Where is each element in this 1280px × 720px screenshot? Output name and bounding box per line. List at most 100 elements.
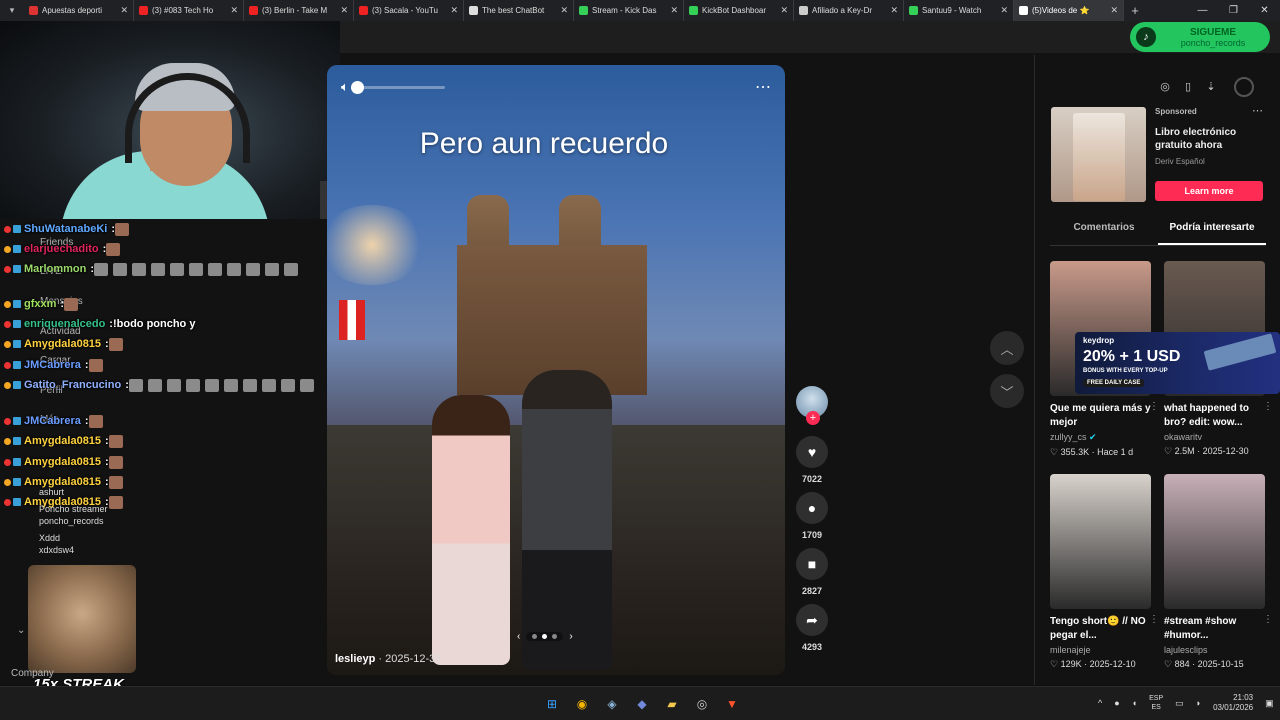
tab-close-icon[interactable]: ✕: [120, 5, 128, 16]
ad-thumbnail[interactable]: [1051, 107, 1146, 202]
chat-username[interactable]: Gatito_Francucino: [24, 379, 121, 391]
recent-user[interactable]: ashurt: [39, 486, 64, 498]
carousel-next-icon[interactable]: ›: [569, 631, 572, 642]
recent-user[interactable]: Poncho streamer poncho_records: [39, 503, 108, 527]
brave-icon[interactable]: ▼: [720, 692, 744, 716]
tab-close-icon[interactable]: ✕: [670, 5, 678, 16]
browser-tab[interactable]: The best ChatBot ✕: [464, 0, 574, 21]
file-explorer-icon[interactable]: ▰: [660, 692, 684, 716]
video-title[interactable]: what happened to bro? edit: wow...: [1164, 402, 1265, 430]
chrome-icon[interactable]: ◉: [570, 692, 594, 716]
chat-username[interactable]: JMCabrera: [24, 415, 81, 427]
tab-close-icon[interactable]: ✕: [1110, 5, 1118, 16]
carousel-dot[interactable]: [542, 634, 548, 639]
tab-close-icon[interactable]: ✕: [890, 5, 898, 16]
browser-tab[interactable]: Apuestas deporti ✕: [24, 0, 134, 21]
discord-icon[interactable]: ◆: [630, 692, 654, 716]
obs-icon[interactable]: ◎: [690, 692, 714, 716]
volume-slider[interactable]: [350, 80, 445, 94]
video-creator[interactable]: zullyy_cs ✔: [1050, 432, 1151, 443]
ad-more-icon[interactable]: ⋯: [1252, 104, 1263, 117]
video-title[interactable]: #stream #show #humor...: [1164, 615, 1265, 643]
profile-avatar[interactable]: [1234, 77, 1254, 97]
browser-tab[interactable]: (3) Berlin - Take M ✕: [244, 0, 354, 21]
keydrop-promo-banner[interactable]: keydrop 20% + 1 USD BONUS WITH EVERY TOP…: [1075, 332, 1280, 394]
share-button[interactable]: ➦: [796, 604, 828, 636]
ad-title[interactable]: Libro electrónico gratuito ahora: [1155, 126, 1255, 152]
notifications-icon[interactable]: ▣: [1265, 698, 1274, 709]
browser-tab[interactable]: Santuu9 - Watch ✕: [904, 0, 1014, 21]
tab-comments[interactable]: Comentarios: [1050, 222, 1158, 245]
video-player[interactable]: Pero aun recuerdo 🔈︎ ⋯ ‹ › leslieyp · 20…: [327, 65, 785, 675]
carousel-dot[interactable]: [552, 634, 558, 639]
video-more-options-icon[interactable]: ⋯: [755, 77, 771, 97]
browser-tab[interactable]: (3) #083 Tech Ho ✕: [134, 0, 244, 21]
carousel-prev-icon[interactable]: ‹: [517, 631, 520, 642]
browser-tab[interactable]: (5)Videos de ⭐ ✕: [1014, 0, 1124, 21]
like-button[interactable]: ♥: [796, 436, 828, 468]
clock[interactable]: 21:03 03/01/2026: [1213, 693, 1253, 713]
chat-username[interactable]: elarjuechadito: [24, 243, 99, 255]
chevron-down-icon[interactable]: ⌄: [17, 625, 25, 636]
video-title[interactable]: Que me quiera más y mejor: [1050, 402, 1151, 430]
tab-close-icon[interactable]: ✕: [780, 5, 788, 16]
browser-tab[interactable]: Afiliado a Key-Dr ✕: [794, 0, 904, 21]
monitor-icon[interactable]: ▭: [1175, 698, 1184, 709]
chat-username[interactable]: Amygdala0815: [24, 338, 101, 350]
compass-icon[interactable]: ◎: [1158, 76, 1172, 96]
video-creator[interactable]: lajulesclips: [1164, 645, 1265, 655]
speaker-icon[interactable]: ◖: [1132, 698, 1137, 708]
chat-username[interactable]: Amygdala0815: [24, 435, 101, 447]
carousel-dot[interactable]: [532, 634, 538, 639]
recommended-video-card[interactable]: #stream #show #humor... lajulesclips ♡ 884…: [1164, 474, 1273, 670]
tab-recommended[interactable]: Podría interesarte: [1158, 222, 1266, 245]
minimize-button[interactable]: —: [1187, 0, 1218, 21]
browser-tab[interactable]: (3) Sacala - YouTu ✕: [354, 0, 464, 21]
browser-tab[interactable]: Stream - Kick Das ✕: [574, 0, 684, 21]
recent-user[interactable]: Xddd xdxdsw4: [39, 532, 74, 556]
windows-start-icon[interactable]: ⊞: [540, 692, 564, 716]
tab-close-icon[interactable]: ✕: [230, 5, 238, 16]
tab-search-icon[interactable]: ▾: [0, 0, 24, 21]
steam-icon[interactable]: ◈: [600, 692, 624, 716]
chat-username[interactable]: enriquenalcedo: [24, 318, 105, 330]
chat-username[interactable]: JMCabrera: [24, 359, 81, 371]
volume-icon[interactable]: 🔈︎: [341, 79, 349, 95]
comment-button[interactable]: ●: [796, 492, 828, 524]
browser-tab[interactable]: KickBot Dashboar ✕: [684, 0, 794, 21]
microphone-icon[interactable]: ●: [1114, 698, 1119, 708]
card-more-icon[interactable]: ⋮: [1263, 401, 1273, 412]
video-thumbnail[interactable]: [1050, 474, 1151, 609]
video-creator[interactable]: okawaritv: [1164, 432, 1265, 442]
learn-more-button[interactable]: Learn more: [1155, 181, 1263, 201]
close-window-button[interactable]: ✕: [1249, 0, 1280, 21]
creator-avatar[interactable]: +: [796, 386, 828, 425]
new-tab-button[interactable]: +: [1124, 0, 1146, 21]
language-indicator[interactable]: ESP ES: [1149, 694, 1163, 712]
chat-username[interactable]: Amygdala0815: [24, 456, 101, 468]
phone-icon[interactable]: ▯: [1181, 76, 1195, 96]
tab-close-icon[interactable]: ✕: [1000, 5, 1008, 16]
tab-close-icon[interactable]: ✕: [560, 5, 568, 16]
card-more-icon[interactable]: ⋮: [1263, 614, 1273, 625]
tab-close-icon[interactable]: ✕: [450, 5, 458, 16]
maximize-button[interactable]: ❐: [1218, 0, 1249, 21]
chevron-up-icon[interactable]: ^: [1098, 698, 1102, 708]
video-creator[interactable]: milenajeje: [1050, 645, 1151, 655]
video-author[interactable]: leslieyp · 2025-12-31: [335, 653, 441, 665]
recommended-video-card[interactable]: Tengo short🙂 // NO pegar el... milenajeje…: [1050, 474, 1159, 670]
bookmark-button[interactable]: ■: [796, 548, 828, 580]
video-thumbnail[interactable]: [1164, 474, 1265, 609]
chat-username[interactable]: Marlommon: [24, 263, 86, 275]
tab-close-icon[interactable]: ✕: [340, 5, 348, 16]
card-more-icon[interactable]: ⋮: [1149, 401, 1159, 412]
volume-slider-knob[interactable]: [350, 80, 364, 94]
follow-plus-icon[interactable]: +: [806, 411, 820, 425]
volume-tray-icon[interactable]: ◗: [1196, 698, 1201, 708]
download-icon[interactable]: ⇣: [1204, 76, 1218, 96]
video-author-name[interactable]: leslieyp: [335, 653, 375, 665]
next-video-button[interactable]: ﹀: [990, 374, 1024, 408]
chat-username[interactable]: ShuWatanabeKi: [24, 223, 107, 235]
volume-control[interactable]: 🔈︎: [341, 79, 445, 95]
chat-username[interactable]: gfxxm: [24, 298, 56, 310]
